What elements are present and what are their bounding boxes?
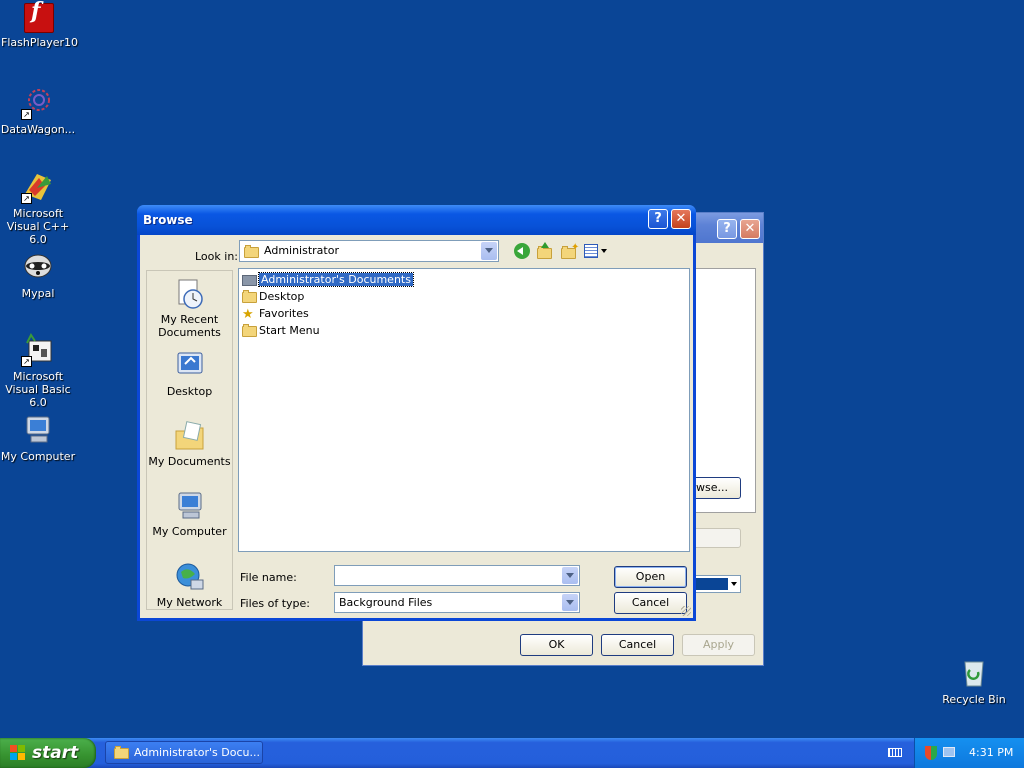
list-item[interactable]: Administrator's Documents — [242, 272, 414, 288]
favorites-star-icon: ★ — [242, 306, 254, 322]
my-network-icon — [173, 560, 207, 594]
my-computer-icon — [173, 489, 207, 523]
browse-dialog-titlebar[interactable]: Browse ? ✕ — [137, 205, 696, 235]
my-documents-icon — [173, 419, 207, 453]
up-folder-icon — [537, 246, 552, 259]
folder-icon — [242, 289, 257, 303]
color-picker[interactable] — [693, 575, 741, 593]
start-button[interactable]: start — [0, 738, 96, 768]
chevron-down-icon — [731, 582, 737, 586]
look-in-value: Administrator — [264, 244, 339, 257]
chevron-down-icon — [481, 242, 497, 260]
cancel-button[interactable]: Cancel — [614, 592, 687, 614]
desktop-icon-recycle-bin[interactable]: Recycle Bin — [936, 656, 1012, 706]
look-in-label: Look in: — [195, 250, 238, 263]
desktop-icon-flashplayer10[interactable]: f FlashPlayer10 — [1, 0, 78, 49]
position-select — [693, 528, 741, 548]
places-bar: My Recent Documents Desktop My Documents… — [146, 270, 233, 610]
file-list[interactable]: Administrator's Documents Desktop ★ Favor… — [238, 268, 690, 552]
look-in-select[interactable]: Administrator — [239, 240, 499, 262]
clock[interactable]: 4:31 PM — [969, 746, 1013, 759]
desktop-icon-visual-basic[interactable]: ↗ Microsoft Visual Basic 6.0 — [0, 333, 76, 409]
visual-basic-icon: ↗ — [21, 333, 55, 367]
keyboard-icon[interactable] — [888, 748, 902, 757]
browse-dialog: Browse ? ✕ Look in: Administrator ✦ My R… — [137, 205, 696, 621]
shortcut-arrow-icon: ↗ — [21, 193, 32, 204]
place-my-computer[interactable]: My Computer — [147, 489, 232, 538]
resize-grip-icon[interactable] — [681, 606, 691, 616]
close-button[interactable]: ✕ — [671, 209, 691, 229]
back-button[interactable] — [514, 243, 530, 259]
my-computer-icon — [21, 413, 55, 447]
desktop-icon-my-computer[interactable]: My Computer — [0, 413, 76, 463]
recycle-bin-icon — [957, 656, 991, 690]
file-name-label: File name: — [240, 571, 297, 584]
place-my-network[interactable]: My Network — [147, 560, 232, 609]
background-dialog-help-button[interactable]: ? — [717, 219, 737, 239]
new-folder-button[interactable]: ✦ — [560, 242, 580, 260]
background-dialog-close-button[interactable]: ✕ — [740, 219, 760, 239]
desktop-icon-mypal[interactable]: Mypal — [0, 250, 76, 300]
list-item[interactable]: Start Menu — [242, 323, 320, 339]
files-of-type-select[interactable]: Background Files — [334, 592, 580, 613]
file-name: Desktop — [259, 290, 305, 303]
browse-dialog-body: Look in: Administrator ✦ My Recent Docum… — [140, 235, 693, 618]
taskbar-item-label: Administrator's Docu... — [134, 746, 260, 759]
taskbar-item-administrators-documents[interactable]: Administrator's Docu... — [105, 741, 263, 764]
open-button[interactable]: Open — [614, 566, 687, 588]
sparkle-icon: ✦ — [571, 242, 580, 253]
back-arrow-icon — [517, 247, 523, 255]
network-icon[interactable] — [943, 747, 955, 757]
shortcut-arrow-icon: ↗ — [21, 109, 32, 120]
place-desktop[interactable]: Desktop — [147, 349, 232, 398]
folder-icon — [244, 245, 259, 258]
visual-cpp-icon: ↗ — [21, 170, 55, 204]
recent-documents-icon — [173, 277, 207, 311]
help-button[interactable]: ? — [648, 209, 668, 229]
folder-icon — [114, 746, 129, 759]
browse-dialog-title: Browse — [143, 213, 193, 227]
files-of-type-label: Files of type: — [240, 597, 311, 610]
view-menu-button[interactable] — [584, 243, 608, 259]
list-item[interactable]: Desktop — [242, 289, 304, 305]
cancel-button[interactable]: Cancel — [601, 634, 674, 656]
view-list-icon — [584, 244, 598, 258]
color-swatch — [696, 578, 728, 590]
file-name: Start Menu — [259, 324, 320, 337]
files-of-type-value: Background Files — [339, 596, 433, 609]
mypal-icon — [21, 250, 55, 284]
place-my-recent-documents[interactable]: My Recent Documents — [147, 277, 232, 339]
system-tray: 4:31 PM — [914, 738, 1024, 768]
folder-icon — [242, 274, 257, 286]
taskbar: start Administrator's Docu... 4:31 PM — [0, 738, 1024, 768]
windows-logo-icon — [10, 745, 26, 761]
start-label: start — [32, 743, 79, 763]
file-name: Favorites — [259, 307, 309, 320]
chevron-down-icon — [562, 567, 578, 584]
file-name-field[interactable] — [334, 565, 580, 586]
file-name: Administrator's Documents — [258, 272, 414, 287]
desktop-icon-datawagon[interactable]: ↗ DataWagon... — [0, 86, 76, 136]
security-shield-icon[interactable] — [925, 746, 937, 760]
desktop-icon — [173, 349, 207, 383]
desktop-icon-visual-cpp[interactable]: ↗ Microsoft Visual C++ 6.0 — [0, 170, 76, 246]
chevron-down-icon — [601, 249, 607, 253]
folder-icon — [242, 323, 257, 337]
shortcut-arrow-icon: ↗ — [21, 356, 32, 367]
list-item[interactable]: ★ Favorites — [242, 306, 309, 322]
datawagon-icon: ↗ — [21, 86, 55, 120]
ok-button[interactable]: OK — [520, 634, 593, 656]
flash-player-icon: f — [24, 0, 54, 33]
apply-button: Apply — [682, 634, 755, 656]
chevron-down-icon — [562, 594, 578, 611]
place-my-documents[interactable]: My Documents — [147, 419, 232, 468]
up-arrow-icon — [541, 242, 549, 248]
up-folder-button[interactable] — [536, 242, 554, 260]
